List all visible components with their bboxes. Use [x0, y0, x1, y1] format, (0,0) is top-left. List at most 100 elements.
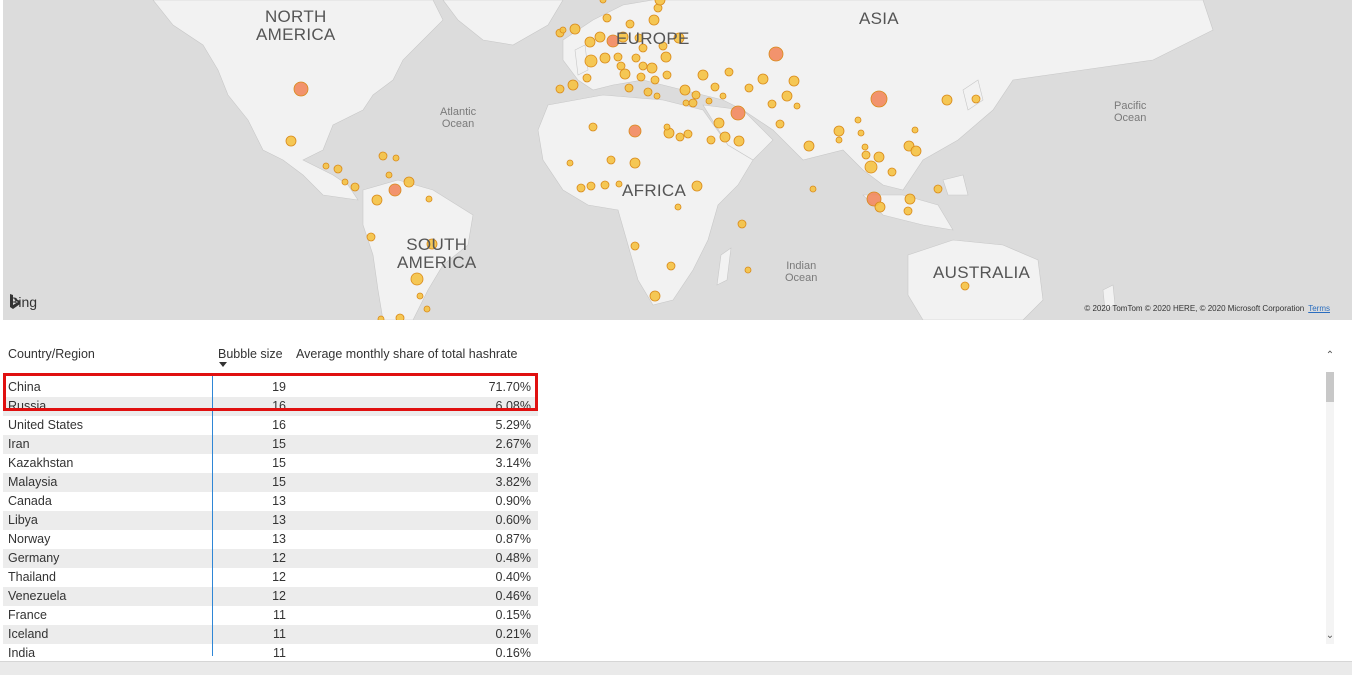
map-bubble[interactable]	[569, 23, 581, 35]
map-bubble[interactable]	[730, 105, 746, 121]
scroll-thumb[interactable]	[1326, 372, 1334, 402]
map-bubble[interactable]	[613, 52, 623, 62]
map-bubble[interactable]	[674, 203, 682, 211]
map-bubble[interactable]	[638, 61, 648, 71]
map-bubble[interactable]	[643, 87, 653, 97]
map-bubble[interactable]	[666, 261, 676, 271]
header-share[interactable]: Average monthly share of total hashrate	[296, 347, 517, 361]
map-bubble[interactable]	[833, 125, 845, 137]
map-bubble[interactable]	[706, 135, 716, 145]
map-bubble[interactable]	[416, 292, 424, 300]
map-bubble[interactable]	[385, 171, 393, 179]
map-bubble[interactable]	[653, 92, 661, 100]
map-bubble[interactable]	[911, 126, 919, 134]
map-bubble[interactable]	[675, 132, 685, 142]
map-bubble[interactable]	[378, 151, 388, 161]
map-bubble[interactable]	[744, 83, 754, 93]
map-bubble[interactable]	[870, 90, 888, 108]
map-bubble[interactable]	[775, 119, 785, 129]
map-bubble[interactable]	[646, 62, 658, 74]
map-bubble[interactable]	[724, 67, 734, 77]
map-bubble[interactable]	[663, 123, 671, 131]
map-bubble[interactable]	[737, 219, 747, 229]
map-bubble[interactable]	[616, 61, 626, 71]
table-row[interactable]: Norway 13 0.87%	[3, 530, 538, 549]
map-bubble[interactable]	[873, 151, 885, 163]
map-bubble[interactable]	[293, 81, 309, 97]
map-bubble[interactable]	[809, 185, 817, 193]
map-bubble[interactable]	[576, 183, 586, 193]
map-bubble[interactable]	[350, 182, 360, 192]
map-bubble[interactable]	[767, 99, 777, 109]
table-row[interactable]: Kazakhstan 15 3.14%	[3, 454, 538, 473]
map-bubble[interactable]	[555, 84, 565, 94]
table-row[interactable]: Malaysia 15 3.82%	[3, 473, 538, 492]
map-bubble[interactable]	[733, 135, 745, 147]
map-bubble[interactable]	[285, 135, 297, 147]
map-bubble[interactable]	[660, 51, 672, 63]
chevron-down-icon[interactable]: ⌄	[1325, 626, 1335, 646]
table-row[interactable]: Germany 12 0.48%	[3, 549, 538, 568]
map-bubble[interactable]	[861, 143, 869, 151]
map-bubble[interactable]	[631, 53, 641, 63]
map-bubble[interactable]	[584, 36, 596, 48]
header-country[interactable]: Country/Region	[8, 347, 95, 361]
map-bubble[interactable]	[625, 19, 635, 29]
map-bubble[interactable]	[392, 154, 400, 162]
map-bubble[interactable]	[559, 26, 567, 34]
vertical-scrollbar[interactable]: ⌃ ⌄	[1325, 346, 1335, 646]
table-row[interactable]: Iran 15 2.67%	[3, 435, 538, 454]
map-bubble[interactable]	[688, 98, 698, 108]
map-bubble[interactable]	[788, 75, 800, 87]
map-bubble[interactable]	[650, 75, 660, 85]
map-bubble[interactable]	[705, 97, 713, 105]
bubble-map[interactable]: NORTH AMERICA EUROPE ASIA AFRICA SOUTH AME…	[3, 0, 1352, 320]
map-bubble[interactable]	[960, 281, 970, 291]
map-bubble[interactable]	[333, 164, 343, 174]
map-bubble[interactable]	[857, 129, 865, 137]
map-bubble[interactable]	[606, 155, 616, 165]
map-bubble[interactable]	[854, 116, 862, 124]
map-bubble[interactable]	[904, 193, 916, 205]
map-bubble[interactable]	[624, 83, 634, 93]
map-bubble[interactable]	[388, 183, 402, 197]
map-bubble[interactable]	[719, 92, 727, 100]
map-bubble[interactable]	[679, 84, 691, 96]
map-bubble[interactable]	[636, 72, 646, 82]
header-bubble-size[interactable]: Bubble size	[218, 347, 283, 361]
map-bubble[interactable]	[864, 160, 878, 174]
map-bubble[interactable]	[599, 0, 607, 4]
map-bubble[interactable]	[377, 315, 385, 320]
map-bubble[interactable]	[322, 162, 330, 170]
table-row[interactable]: France 11 0.15%	[3, 606, 538, 625]
map-bubble[interactable]	[691, 180, 703, 192]
map-bubble[interactable]	[710, 82, 720, 92]
map-bubble[interactable]	[584, 54, 598, 68]
table-row[interactable]: United States 16 5.29%	[3, 416, 538, 435]
table-row[interactable]: Libya 13 0.60%	[3, 511, 538, 530]
map-bubble[interactable]	[971, 94, 981, 104]
map-bubble[interactable]	[757, 73, 769, 85]
map-bubble[interactable]	[648, 14, 660, 26]
map-bubble[interactable]	[662, 70, 672, 80]
map-bubble[interactable]	[341, 178, 349, 186]
map-bubble[interactable]	[781, 90, 793, 102]
map-bubble[interactable]	[588, 122, 598, 132]
map-bubble[interactable]	[628, 124, 642, 138]
map-bubble[interactable]	[941, 94, 953, 106]
table-row[interactable]: Canada 13 0.90%	[3, 492, 538, 511]
map-bubble[interactable]	[630, 241, 640, 251]
map-bubble[interactable]	[599, 52, 611, 64]
map-bubble[interactable]	[793, 102, 801, 110]
map-bubble[interactable]	[567, 79, 579, 91]
map-bubble[interactable]	[602, 13, 612, 23]
map-bubble[interactable]	[910, 145, 922, 157]
map-bubble[interactable]	[395, 313, 405, 320]
map-bubble[interactable]	[933, 184, 943, 194]
map-bubble[interactable]	[719, 131, 731, 143]
map-bubble[interactable]	[594, 31, 606, 43]
map-bubble[interactable]	[649, 290, 661, 302]
scroll-track[interactable]	[1326, 372, 1334, 644]
map-bubble[interactable]	[803, 140, 815, 152]
table-row[interactable]: Venezuela 12 0.46%	[3, 587, 538, 606]
